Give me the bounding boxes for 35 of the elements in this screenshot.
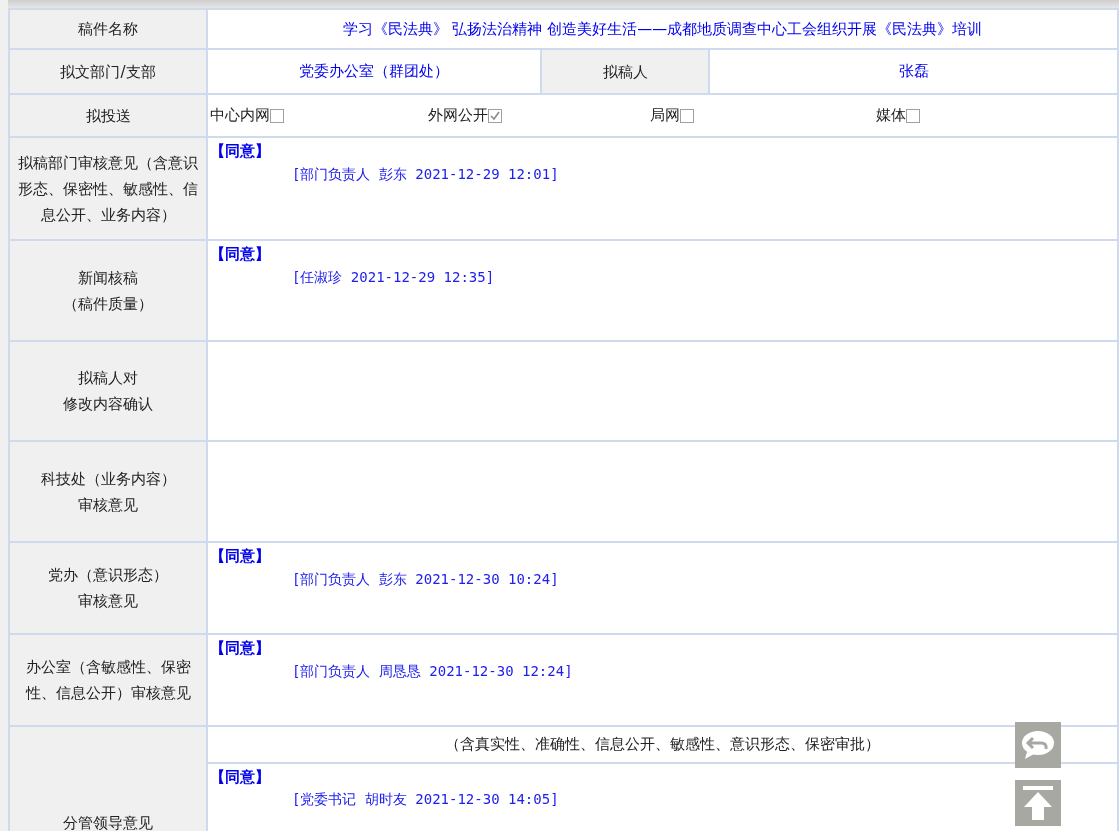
reply-icon[interactable] (1015, 722, 1061, 768)
field-label: 拟稿人 (541, 49, 709, 94)
opinion-text: 【同意】 (210, 546, 270, 567)
field-label: 办公室（含敏感性、保密性、信息公开）审核意见 (9, 634, 207, 726)
field-label: 党办（意识形态） 审核意见 (9, 542, 207, 634)
note-text: （含真实性、准确性、信息公开、敏感性、意识形态、保密审批） (445, 735, 880, 753)
opinion-text: 【同意】 (210, 244, 270, 265)
option-label: 外网公开 (428, 105, 488, 127)
signature-text: [部门负责人 彭东 2021-12-29 12:01] (292, 164, 559, 184)
signature-text: [部门负责人 彭东 2021-12-30 10:24] (292, 569, 559, 589)
back-to-top-icon[interactable] (1015, 780, 1061, 826)
option-label: 局网 (650, 105, 680, 127)
opinion-text: 【同意】 (210, 766, 270, 788)
field-label: 拟稿人对 修改内容确认 (9, 341, 207, 441)
option-label: 媒体 (876, 105, 906, 127)
field-label: 拟投送 (9, 94, 207, 137)
checkbox[interactable] (906, 108, 920, 123)
field-value: 张磊 (709, 49, 1118, 94)
field-label: 拟稿部门审核意见（含意识形态、保密性、敏感性、信息公开、业务内容） (9, 137, 207, 240)
field-value: 党委办公室（群团处） (207, 49, 541, 94)
option-label: 中心内网 (210, 105, 270, 127)
signature-text: [任淑珍 2021-12-29 12:35] (292, 267, 495, 287)
opinion-text: 【同意】 (210, 638, 270, 659)
checkbox[interactable] (680, 108, 694, 123)
field-label: 稿件名称 (9, 9, 207, 49)
checkbox[interactable] (270, 108, 284, 123)
signature-text: [部门负责人 周恳恳 2021-12-30 12:24] (292, 661, 573, 681)
field-label: 拟文部门/支部 (9, 49, 207, 94)
field-label: 新闻核稿 （稿件质量） (9, 240, 207, 341)
checkbox[interactable] (488, 108, 502, 123)
field-label: 科技处（业务内容） 审核意见 (9, 441, 207, 542)
field-value: 学习《民法典》 弘扬法治精神 创造美好生活——成都地质调查中心工会组织开展《民法典》培训 (207, 9, 1118, 49)
field-label: 分管领导意见 (9, 726, 207, 831)
signature-text: [党委书记 胡时友 2021-12-30 14:05] (292, 790, 559, 809)
opinion-text: 【同意】 (210, 141, 270, 162)
